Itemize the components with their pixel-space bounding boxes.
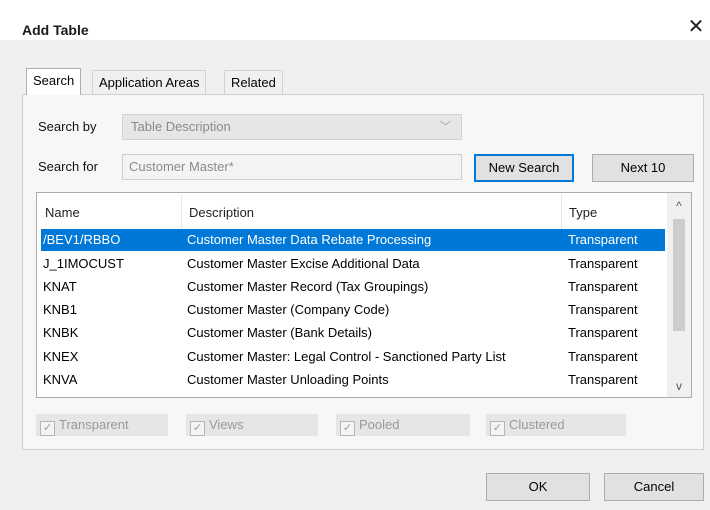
row-type: Transparent (568, 232, 638, 247)
scroll-down-icon[interactable]: v (667, 375, 691, 397)
transparent-checkbox[interactable]: ✓ Transparent (36, 414, 168, 436)
table-row[interactable]: J_1IMOCUST Customer Master Excise Additi… (41, 253, 665, 275)
new-search-button[interactable]: New Search (474, 154, 574, 182)
title-bar: Add Table ✕ (0, 0, 710, 40)
search-for-label: Search for (38, 159, 98, 174)
table-row[interactable]: KNBK Customer Master (Bank Details) Tran… (41, 322, 665, 344)
check-icon: ✓ (40, 421, 55, 436)
views-checkbox[interactable]: ✓ Views (186, 414, 318, 436)
check-icon: ✓ (340, 421, 355, 436)
row-type: Transparent (568, 325, 638, 340)
search-by-label: Search by (38, 119, 97, 134)
row-type: Transparent (568, 279, 638, 294)
checkbox-label: Transparent (59, 417, 129, 432)
row-type: Transparent (568, 372, 638, 387)
clustered-checkbox[interactable]: ✓ Clustered (486, 414, 626, 436)
pooled-checkbox[interactable]: ✓ Pooled (336, 414, 470, 436)
table-row[interactable]: KNVA Customer Master Unloading Points Tr… (41, 369, 665, 391)
row-type: Transparent (568, 349, 638, 364)
row-name: KNBK (43, 325, 79, 340)
check-icon: ✓ (190, 421, 205, 436)
column-header-name[interactable]: Name (45, 205, 80, 220)
checkbox-label: Views (209, 417, 244, 432)
row-type: Transparent (568, 256, 638, 271)
search-for-input[interactable]: Customer Master* (122, 154, 462, 180)
check-icon: ✓ (490, 421, 505, 436)
row-description: Customer Master (Company Code) (187, 302, 390, 317)
add-table-dialog: Add Table ✕ Search Application Areas Rel… (0, 0, 710, 510)
row-description: Customer Master Unloading Points (187, 372, 389, 387)
vertical-scrollbar[interactable]: ^ v (667, 193, 691, 397)
row-name: KNVA (43, 372, 78, 387)
table-row[interactable]: KNB1 Customer Master (Company Code) Tran… (41, 299, 665, 321)
row-name: /BEV1/RBBO (43, 232, 121, 247)
table-header: Name Description Type (37, 193, 665, 233)
dialog-title: Add Table (22, 22, 89, 38)
close-icon[interactable]: ✕ (686, 16, 706, 36)
scrollbar-thumb[interactable] (673, 219, 685, 331)
row-description: Customer Master (Bank Details) (187, 325, 372, 340)
ok-button[interactable]: OK (486, 473, 590, 501)
row-name: KNAT (43, 279, 77, 294)
tab-application-areas[interactable]: Application Areas (92, 70, 207, 94)
row-name: KNEX (43, 349, 79, 364)
checkbox-label: Clustered (509, 417, 565, 432)
row-description: Customer Master Excise Additional Data (187, 256, 420, 271)
results-table[interactable]: Name Description Type /BEV1/RBBO Custome… (36, 192, 692, 398)
row-name: J_1IMOCUST (43, 256, 124, 271)
table-row[interactable]: KNAT Customer Master Record (Tax Groupin… (41, 276, 665, 298)
tab-search[interactable]: Search (26, 68, 82, 95)
column-header-description[interactable]: Description (189, 205, 254, 220)
column-header-type[interactable]: Type (569, 205, 597, 220)
table-row[interactable]: /BEV1/RBBO Customer Master Data Rebate P… (41, 229, 665, 251)
search-by-dropdown[interactable]: Table Description ﹀ (122, 114, 462, 140)
row-description: Customer Master Data Rebate Processing (187, 232, 432, 247)
next-10-button[interactable]: Next 10 (592, 154, 694, 182)
chevron-down-icon: ﹀ (440, 121, 451, 133)
row-name: KNB1 (43, 302, 77, 317)
checkbox-label: Pooled (359, 417, 400, 432)
search-by-value: Table Description (131, 119, 231, 134)
scroll-up-icon[interactable]: ^ (667, 195, 691, 217)
cancel-button[interactable]: Cancel (604, 473, 704, 501)
table-row[interactable]: KNEX Customer Master: Legal Control - Sa… (41, 346, 665, 368)
row-description: Customer Master: Legal Control - Sanctio… (187, 349, 506, 364)
row-type: Transparent (568, 302, 638, 317)
tab-related[interactable]: Related (224, 70, 283, 94)
row-description: Customer Master Record (Tax Groupings) (187, 279, 429, 294)
